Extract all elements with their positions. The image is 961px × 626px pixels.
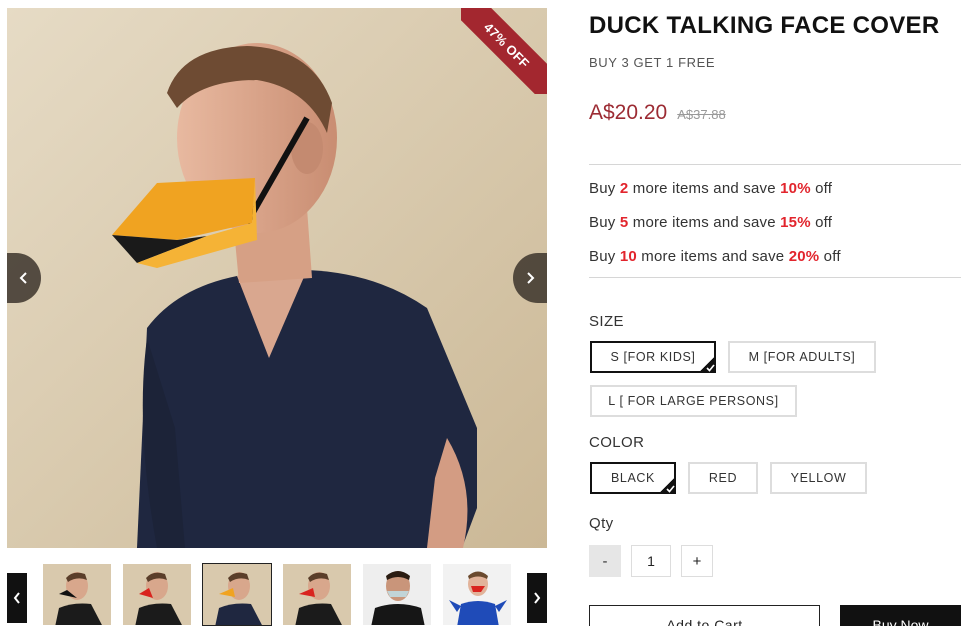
add-to-cart-button[interactable]: Add to Cart	[589, 605, 820, 626]
thumbnail-strip	[7, 563, 547, 626]
product-main-image[interactable]: 47% OFF	[7, 8, 547, 548]
discount-badge-text: 47% OFF	[481, 19, 533, 71]
discount-ribbon: 47% OFF	[461, 8, 547, 94]
color-option-red[interactable]: RED	[688, 462, 758, 494]
bulk-deal-2: Buy 2 more items and save 10% off	[589, 180, 833, 197]
original-price: A$37.88	[677, 107, 726, 122]
size-option-l[interactable]: L [ FOR LARGE PERSONS]	[590, 385, 797, 417]
bulk-deal-5: Buy 5 more items and save 15% off	[589, 214, 833, 231]
thumbnail-next-button[interactable]	[527, 573, 547, 623]
qty-decrease-button[interactable]: -	[589, 545, 621, 577]
price-row: A$20.20 A$37.88	[589, 101, 726, 125]
qty-increase-button[interactable]: +	[681, 545, 713, 577]
promo-text: BUY 3 GET 1 FREE	[589, 55, 716, 70]
thumbnail-red-mask-side[interactable]	[282, 563, 352, 626]
chevron-right-icon	[527, 272, 535, 284]
thumbnail-yellow-mask[interactable]	[202, 563, 272, 626]
buy-now-button[interactable]: Buy Now	[840, 605, 961, 626]
selected-check-icon	[658, 476, 676, 494]
chevron-left-icon	[13, 592, 20, 604]
qty-input[interactable]	[631, 545, 671, 577]
chevron-left-icon	[19, 272, 27, 284]
bulk-deal-10: Buy 10 more items and save 20% off	[589, 248, 841, 265]
thumbnail-red-mask[interactable]	[122, 563, 192, 626]
thumbnail-black-mask[interactable]	[42, 563, 112, 626]
chevron-right-icon	[534, 592, 541, 604]
thumbnail-child-red-mask[interactable]	[442, 563, 512, 626]
divider	[589, 277, 961, 278]
color-label: COLOR	[589, 434, 645, 451]
size-option-m[interactable]: M [FOR ADULTS]	[728, 341, 876, 373]
qty-label: Qty	[589, 515, 614, 532]
size-option-s[interactable]: S [FOR KIDS]	[590, 341, 716, 373]
selected-check-icon	[698, 355, 716, 373]
thumbnail-clear-mask[interactable]	[362, 563, 432, 626]
color-option-yellow[interactable]: YELLOW	[770, 462, 867, 494]
current-price: A$20.20	[589, 101, 668, 124]
product-title: DUCK TALKING FACE COVER	[589, 12, 940, 39]
color-option-black[interactable]: BLACK	[590, 462, 676, 494]
size-label: SIZE	[589, 313, 624, 330]
divider	[589, 164, 961, 165]
thumbnail-prev-button[interactable]	[7, 573, 27, 623]
